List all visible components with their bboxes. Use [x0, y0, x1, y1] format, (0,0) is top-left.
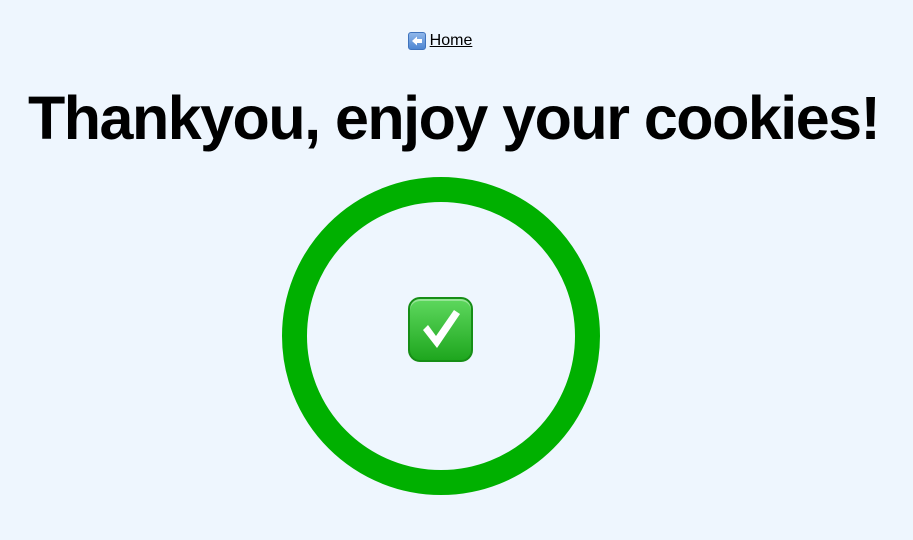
- back-arrow-icon: [407, 32, 426, 50]
- home-link[interactable]: Home: [407, 30, 473, 52]
- top-nav: Home: [0, 30, 880, 57]
- check-mark-button-icon: [408, 297, 473, 362]
- home-link-label: Home: [429, 32, 473, 49]
- page-title: Thankyou, enjoy your cookies!: [28, 84, 881, 152]
- page: Home Thankyou, enjoy your cookies!: [0, 0, 913, 540]
